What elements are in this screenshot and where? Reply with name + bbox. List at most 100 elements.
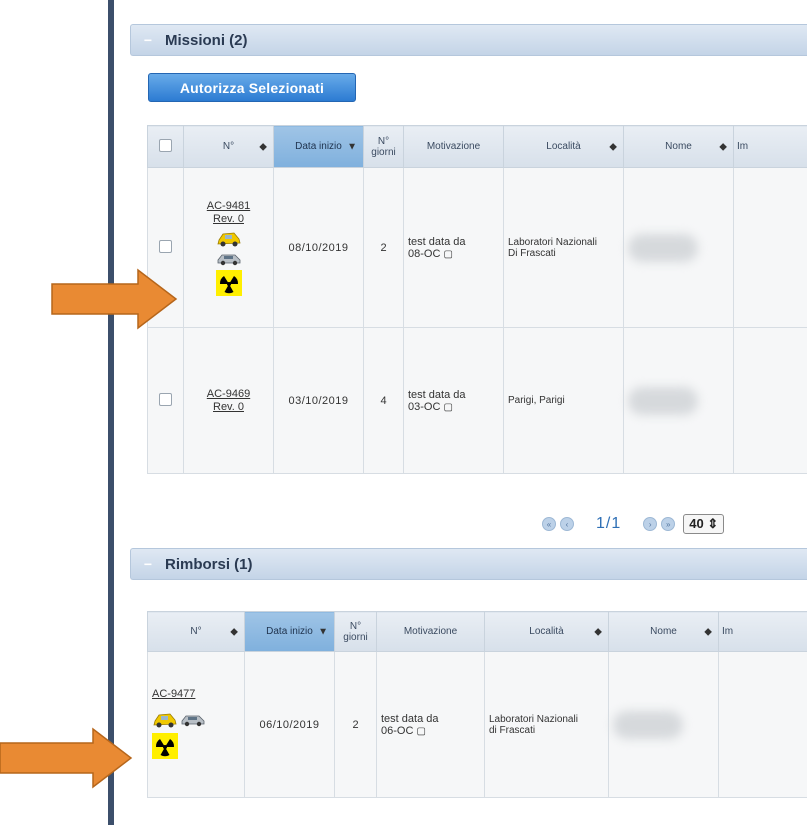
refund-code-link[interactable]: AC-9477 (152, 688, 240, 701)
select-all-checkbox[interactable] (159, 138, 172, 152)
column-header-name[interactable]: Nome ◆ (608, 611, 719, 652)
sort-desc-icon: ▼ (318, 626, 328, 637)
table-row[interactable]: AC-9481 Rev. 0 08/10/2019 2 test data da… (147, 167, 807, 328)
sort-icon: ◆ (609, 141, 617, 152)
start-date-cell: 06/10/2019 (244, 651, 335, 798)
column-label: Nome (665, 141, 692, 152)
row-checkbox[interactable] (159, 239, 172, 253)
column-label: Località (529, 626, 564, 637)
sort-icon: ◆ (230, 626, 238, 637)
missioni-panel: − Missioni (2) (130, 24, 807, 56)
taxi-icon (153, 713, 177, 727)
mission-rev-link[interactable]: Rev. 0 (207, 213, 250, 226)
mission-code-link[interactable]: AC-9469 (188, 388, 269, 401)
name-cell (623, 167, 734, 328)
rimborsi-table: N° ◆ Data inizio ▼ N° giorni Motivazione L… (147, 611, 807, 798)
mission-rev-link[interactable]: Rev. 0 (188, 401, 269, 414)
sort-icon: ◆ (594, 626, 602, 637)
redacted-name (628, 386, 698, 415)
location-text: Laboratori Nazionali (489, 713, 578, 725)
car-icon (217, 254, 240, 265)
column-header-days[interactable]: N° giorni (363, 125, 404, 168)
column-header-location[interactable]: Località ◆ (484, 611, 609, 652)
mission-code-cell: AC-9469 Rev. 0 (183, 327, 274, 474)
column-header-name[interactable]: Nome ◆ (623, 125, 734, 168)
rows-per-page-value: 40 (689, 516, 704, 531)
row-select-cell (147, 327, 184, 474)
reason-text: test data da (408, 235, 466, 248)
note-icon[interactable]: ▢ (416, 726, 425, 737)
rimborsi-title: Rimborsi (1) (165, 555, 253, 573)
sort-desc-icon: ▼ (347, 141, 357, 152)
start-date-cell: 03/10/2019 (273, 327, 364, 474)
note-icon[interactable]: ▢ (443, 402, 452, 413)
column-label: Data inizio (295, 141, 342, 152)
location-text-2: Di Frascati (508, 247, 556, 259)
prev-page-icon[interactable]: ‹ (560, 517, 574, 531)
column-label: N° (222, 141, 235, 152)
reason-cell: test data da 06-OC ▢ (376, 651, 485, 798)
column-label: Motivazione (403, 626, 458, 637)
amount-cell (733, 327, 807, 474)
note-icon[interactable]: ▢ (443, 249, 452, 260)
car-icon (181, 715, 205, 726)
column-label: N° giorni (371, 135, 396, 158)
column-header-reason[interactable]: Motivazione (403, 125, 504, 168)
collapse-icon[interactable]: − (131, 32, 165, 48)
location-cell: Laboratori Nazionali Di Frascati (503, 167, 624, 328)
column-label: Motivazione (426, 141, 481, 152)
missioni-table: N° ◆ Data inizio ▼ N° giorni Motivazione L… (147, 125, 807, 474)
location-text: Parigi, Parigi (508, 395, 565, 406)
name-cell (608, 651, 719, 798)
column-header-start-date[interactable]: Data inizio ▼ (273, 125, 364, 168)
radiation-icon (152, 732, 178, 759)
column-header-amount[interactable]: Im (718, 611, 807, 652)
sort-icon: ◆ (259, 141, 267, 152)
column-header-location[interactable]: Località ◆ (503, 125, 624, 168)
rimborsi-panel-header[interactable]: − Rimborsi (1) (130, 548, 807, 580)
first-page-icon[interactable]: « (542, 517, 556, 531)
table-header-row: N° ◆ Data inizio ▼ N° giorni Motivazione L… (147, 125, 807, 168)
rows-per-page-select[interactable]: 40 ⇕ (683, 514, 725, 534)
table-row[interactable]: AC-9469 Rev. 0 03/10/2019 4 test data da… (147, 327, 807, 474)
reason-cell: test data da 08-OC ▢ (403, 167, 504, 328)
arrow-annotation-icon (51, 268, 178, 330)
redacted-name (628, 233, 698, 262)
row-checkbox[interactable] (159, 392, 172, 406)
column-label: N° (190, 626, 202, 637)
days-cell: 2 (363, 167, 404, 328)
mission-code-link[interactable]: AC-9481 (207, 200, 250, 213)
column-header-amount[interactable]: Im (733, 125, 807, 168)
radiation-icon (215, 269, 242, 296)
location-cell: Laboratori Nazionali di Frascati (484, 651, 609, 798)
table-row[interactable]: AC-9477 06/10/2019 2 test data da 06-OC … (147, 651, 807, 798)
next-page-icon[interactable]: › (643, 517, 658, 531)
collapse-icon[interactable]: − (131, 556, 165, 572)
column-label: Nome (650, 626, 677, 637)
page-indicator: 1/1 (596, 515, 622, 532)
authorize-selected-button[interactable]: Autorizza Selezionati (148, 73, 356, 102)
missioni-panel-header[interactable]: − Missioni (2) (130, 24, 807, 56)
arrow-annotation-icon (0, 727, 133, 789)
reason-cell: test data da 03-OC ▢ (403, 327, 504, 474)
reason-text: test data da (381, 712, 439, 725)
column-header-reason[interactable]: Motivazione (376, 611, 485, 652)
column-header-number[interactable]: N° ◆ (147, 611, 245, 652)
amount-cell (718, 651, 807, 798)
column-header-number[interactable]: N° ◆ (183, 125, 274, 168)
reason-text-2: 03-OC (408, 400, 441, 413)
start-date-cell: 08/10/2019 (273, 167, 364, 328)
pagination-bar: « ‹ 1/1 › » 40 ⇕ (540, 514, 725, 534)
sort-icon: ◆ (719, 141, 727, 152)
updown-icon: ⇕ (707, 516, 719, 531)
select-all-header (147, 125, 184, 168)
location-text: Laboratori Nazionali (508, 236, 597, 248)
column-header-days[interactable]: N° giorni (334, 611, 377, 652)
last-page-icon[interactable]: » (661, 517, 676, 531)
column-header-start-date[interactable]: Data inizio ▼ (244, 611, 335, 652)
amount-cell (733, 167, 807, 328)
mission-code-cell: AC-9481 Rev. 0 (183, 167, 274, 328)
redacted-name (613, 710, 683, 739)
sort-icon: ◆ (704, 626, 712, 637)
refund-code-cell: AC-9477 (147, 651, 245, 798)
